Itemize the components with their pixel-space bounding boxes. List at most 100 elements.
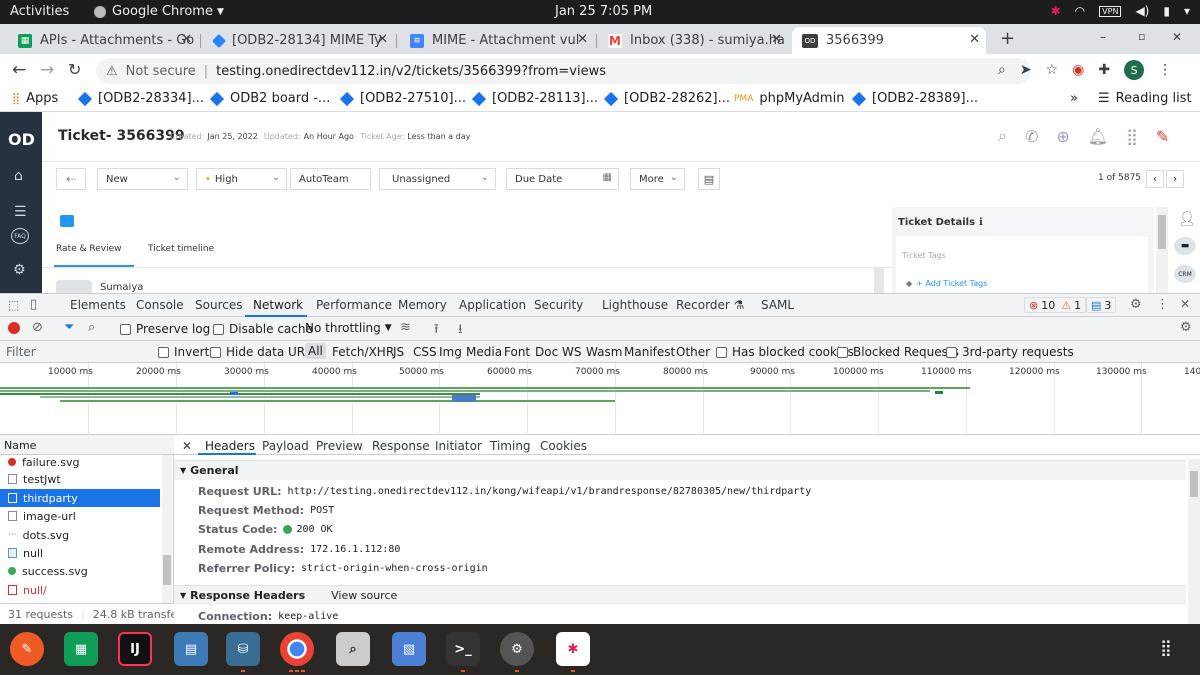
due-date-picker[interactable]: Due Date ▦	[506, 168, 619, 190]
devtools-tab-memory[interactable]: Memory	[398, 298, 447, 312]
tab-response[interactable]: Response	[372, 439, 430, 453]
close-icon[interactable]: ✕	[771, 32, 782, 47]
devtools-tab-network[interactable]: Network	[253, 298, 303, 312]
tab-initiator[interactable]: Initiator	[435, 439, 482, 453]
network-settings-icon[interactable]: ⚙	[1180, 320, 1192, 335]
blocked-requests-checkbox[interactable]: Blocked Requests	[837, 345, 959, 359]
bookmark-item[interactable]: PMA phpMyAdmin	[734, 91, 844, 106]
notes-icon[interactable]: ▤	[698, 168, 720, 190]
issues-counter[interactable]: ⊗ 10 ⚠ 1	[1024, 297, 1087, 313]
tab-cookies[interactable]: Cookies	[540, 439, 587, 453]
general-section-header[interactable]: ▼ General	[174, 460, 1186, 480]
close-icon[interactable]: ✕	[577, 32, 588, 47]
device-toolbar-icon[interactable]: ▯	[30, 297, 37, 312]
devtools-tab-recorder[interactable]: Recorder ⚗	[676, 298, 744, 312]
profile-avatar[interactable]: S	[1124, 60, 1145, 80]
reload-icon[interactable]: ↻	[68, 60, 81, 79]
bookmark-item[interactable]: [ODB2-28389]...	[851, 91, 978, 106]
request-row-selected[interactable]: thirdparty	[0, 489, 160, 507]
network-conditions-icon[interactable]: ≋	[400, 320, 411, 335]
bookmarks-overflow-button[interactable]: »	[1070, 91, 1078, 106]
previous-ticket-button[interactable]: ‹	[1146, 170, 1164, 188]
user-icon[interactable]: 👤︎	[1178, 211, 1196, 227]
more-options-icon[interactable]: ⋮	[1156, 297, 1169, 312]
new-tab-button[interactable]: +	[1000, 28, 1015, 49]
filter-type-ws[interactable]: WS	[562, 345, 581, 359]
back-arrow-icon[interactable]: ←	[12, 60, 26, 80]
pen-logo-icon[interactable]: ✎	[1156, 127, 1169, 146]
invert-checkbox[interactable]: Invert	[158, 345, 209, 359]
zoom-search-icon[interactable]: ⌕	[998, 62, 1006, 78]
forward-arrow-icon[interactable]: →	[40, 60, 54, 80]
dock-settings[interactable]: ⚙	[500, 632, 534, 666]
app-menu[interactable]: Google Chrome ▼	[94, 4, 224, 19]
more-dropdown[interactable]: More ⌄	[630, 168, 685, 190]
devtools-tab-saml[interactable]: SAML	[761, 298, 794, 312]
devtools-tab-security[interactable]: Security	[534, 298, 583, 312]
filter-type-fetch[interactable]: Fetch/XHR	[332, 345, 394, 359]
tab-ticket-timeline[interactable]: Ticket timeline	[148, 244, 214, 254]
send-icon[interactable]: ➤	[1020, 62, 1032, 78]
tab-payload[interactable]: Payload	[262, 439, 309, 453]
bookmark-star-icon[interactable]: ☆	[1046, 62, 1059, 78]
dock-intellij[interactable]: IJ	[118, 632, 152, 666]
filter-type-js[interactable]: JS	[393, 345, 404, 359]
blocked-cookies-checkbox[interactable]: Has blocked cookies	[716, 345, 854, 359]
request-row[interactable]: image-url	[0, 507, 160, 525]
dock-files[interactable]: ▤	[174, 632, 208, 666]
phone-icon[interactable]: ✆	[1025, 127, 1038, 146]
dock-slack[interactable]: ✱	[556, 632, 590, 666]
filter-funnel-icon[interactable]: ⏷	[64, 320, 74, 335]
dock-document-viewer[interactable]: ▧	[392, 632, 426, 666]
bookmark-item[interactable]: [ODB2-28262]...	[603, 91, 730, 106]
add-circle-icon[interactable]: ⊕	[1056, 127, 1069, 146]
settings-gear-icon[interactable]: ⚙	[1130, 297, 1142, 312]
scrollbar[interactable]	[1188, 459, 1200, 624]
show-applications-icon[interactable]: ⣿	[1160, 638, 1172, 657]
browser-tab[interactable]: ▦ APIs - Attachments - Go ✕	[8, 27, 198, 54]
dock-search[interactable]: ⌕	[336, 632, 370, 666]
filter-type-font[interactable]: Font	[504, 345, 530, 359]
record-icon[interactable]	[8, 322, 20, 334]
scrollbar[interactable]	[1156, 207, 1168, 293]
scrollbar[interactable]	[874, 268, 884, 293]
notification-bell-icon[interactable]: 🔔︎	[1088, 127, 1108, 146]
import-har-icon[interactable]: ⭱	[434, 320, 439, 342]
chat-bubble-icon[interactable]: ▬	[1174, 237, 1196, 255]
name-column-header[interactable]: Name	[0, 435, 174, 455]
request-row[interactable]: success.svg	[0, 562, 160, 580]
system-tray[interactable]: ✱ ◠ VPN ◀) ▮ ▾	[1051, 4, 1190, 18]
request-row-error[interactable]: null/	[0, 581, 160, 599]
app-logo[interactable]: OD	[8, 130, 35, 149]
hide-data-urls-checkbox[interactable]: Hide data URLs	[210, 345, 318, 359]
preserve-log-checkbox[interactable]: Preserve log	[120, 322, 210, 336]
close-icon[interactable]: ✕	[181, 32, 192, 47]
apps-bookmark[interactable]: ⣿ Apps	[12, 91, 58, 106]
clock[interactable]: Jan 25 7:05 PM	[555, 4, 652, 19]
devtools-tab-application[interactable]: Application	[459, 298, 526, 312]
address-bar[interactable]: ⚠ Not secure | testing.onedirectdev112.i…	[96, 58, 1031, 84]
inspect-element-icon[interactable]: ⬚	[8, 298, 19, 312]
activities-button[interactable]: Activities	[10, 4, 69, 19]
view-source-link[interactable]: View source	[331, 589, 397, 602]
priority-dropdown[interactable]: • High ⌄	[196, 168, 287, 190]
devtools-tab-lighthouse[interactable]: Lighthouse	[602, 298, 668, 312]
filter-type-other[interactable]: Other	[676, 345, 710, 359]
search-icon[interactable]: ⌕	[998, 126, 1007, 146]
export-har-icon[interactable]: ⭳	[458, 320, 463, 342]
dock-postman[interactable]: ✎	[10, 632, 44, 666]
team-dropdown[interactable]: AutoTeam	[290, 168, 371, 190]
dock-sheets[interactable]: ▦	[64, 632, 98, 666]
filter-type-media[interactable]: Media	[466, 345, 502, 359]
bookmark-item[interactable]: ODB2 board -...	[209, 91, 330, 106]
extensions-puzzle-icon[interactable]: ✚	[1098, 62, 1110, 78]
filter-input[interactable]: Filter	[6, 345, 36, 359]
dock-mysql-workbench[interactable]: ⛁	[226, 632, 260, 666]
settings-icon[interactable]: ⚙	[13, 262, 26, 278]
filter-type-manifest[interactable]: Manifest	[624, 345, 675, 359]
filter-type-css[interactable]: CSS	[413, 345, 437, 359]
close-icon[interactable]: ✕	[969, 32, 980, 47]
browser-tab[interactable]: M Inbox (338) - sumiya.ha ✕	[598, 27, 788, 54]
filter-type-wasm[interactable]: Wasm	[586, 345, 622, 359]
faq-icon[interactable]: FAQ	[11, 228, 29, 244]
